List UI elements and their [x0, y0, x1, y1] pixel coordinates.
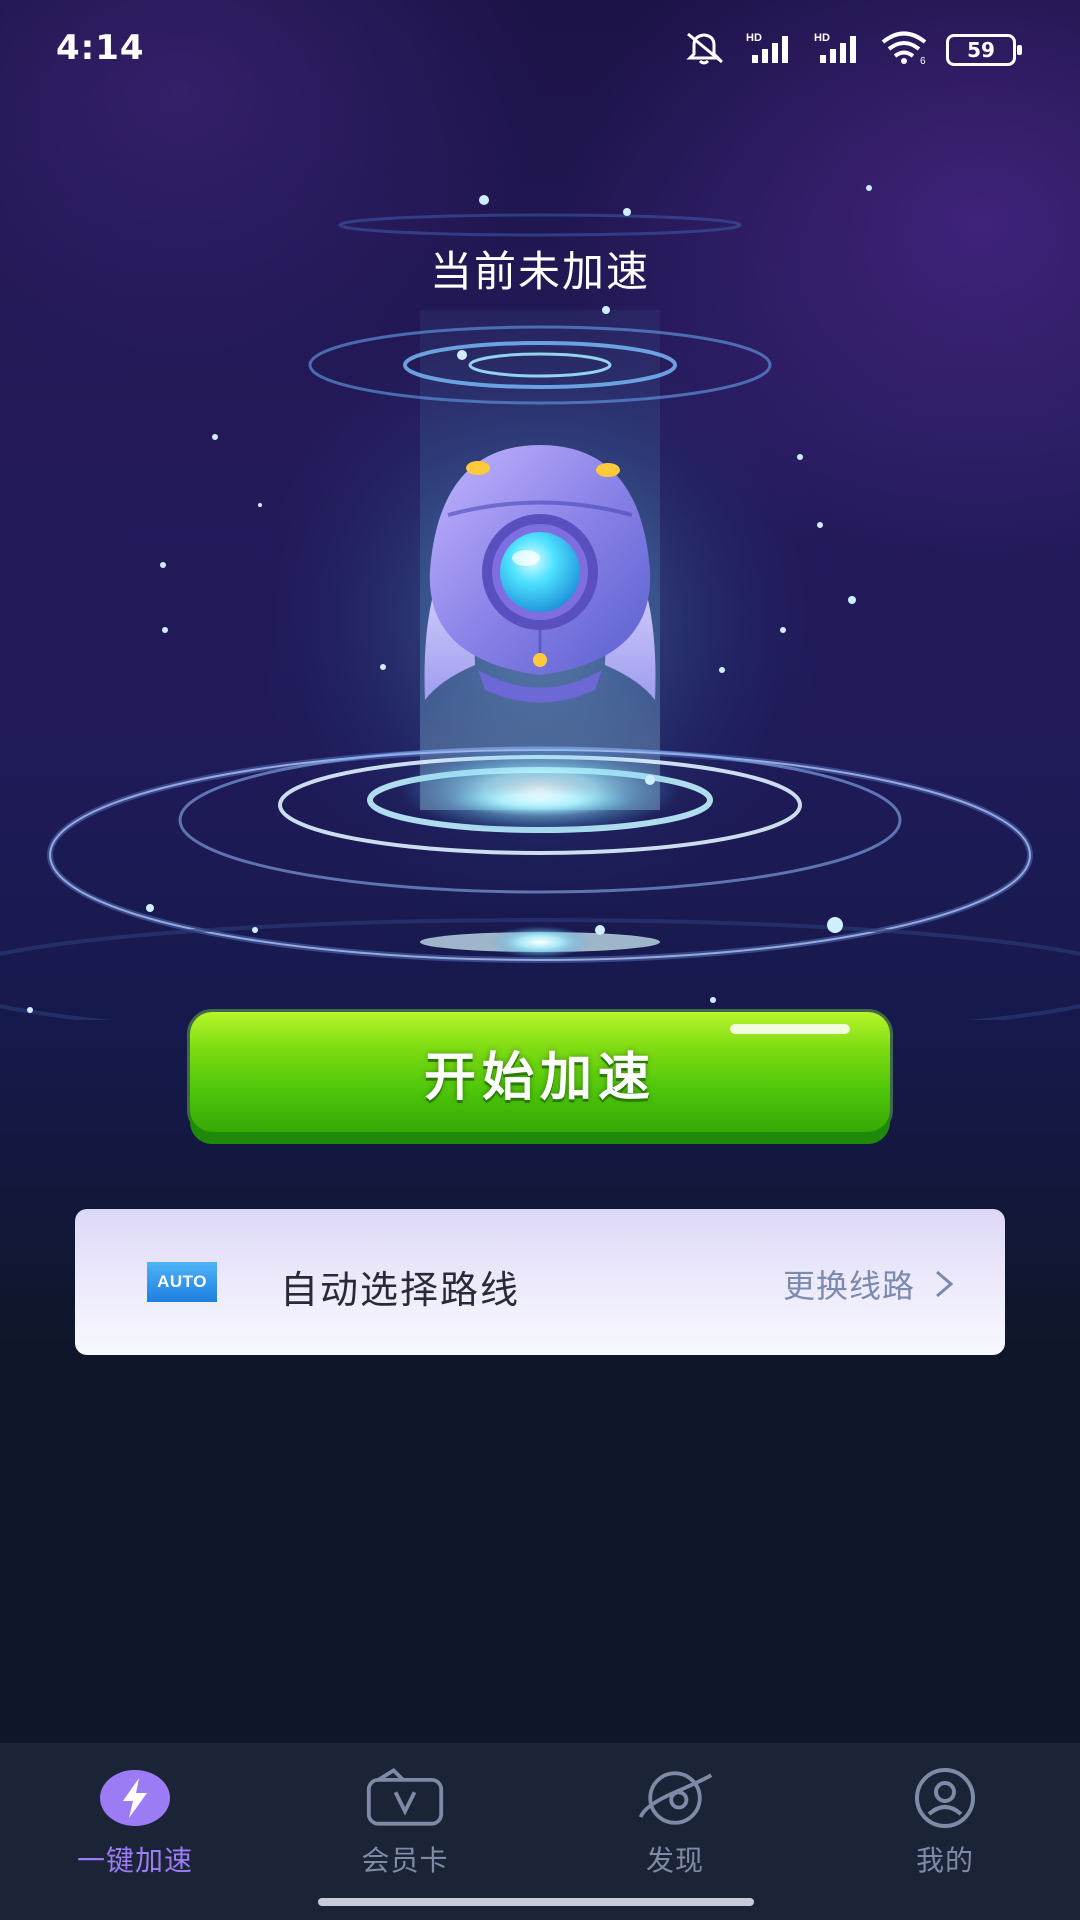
nav-label: 我的 [915, 1844, 974, 1877]
change-route-label: 更换线路 [782, 1267, 915, 1305]
start-button-label: 开始加速 [423, 1047, 656, 1108]
wifi-icon: 6 [880, 31, 930, 69]
nav-label: 一键加速 [76, 1844, 193, 1877]
nav-label: 会员卡 [361, 1844, 449, 1877]
route-label: 自动选择路线 [280, 1268, 521, 1312]
svg-text:HD: HD [814, 32, 830, 44]
nav-item-discover[interactable]: 发现 [575, 1765, 775, 1895]
lightning-icon [95, 1765, 175, 1831]
home-indicator[interactable] [318, 1898, 754, 1906]
nav-item-profile[interactable]: 我的 [845, 1765, 1045, 1895]
chevron-right-icon [936, 1270, 954, 1298]
accelerator-screen: 4:14 HD HD 6 59 当前未加速 开始加速 AUTO 自动选择路线 更… [0, 0, 1080, 1920]
status-bar: 4:14 HD HD 6 59 [0, 0, 1080, 100]
start-accelerate-button[interactable]: 开始加速 [190, 1012, 890, 1132]
change-route-button[interactable]: 更换线路 [783, 1261, 955, 1307]
svg-text:6: 6 [920, 56, 926, 65]
vip-card-icon [365, 1765, 445, 1831]
nav-item-vip-card[interactable]: 会员卡 [305, 1765, 505, 1895]
mute-icon [684, 30, 728, 70]
route-select-card[interactable]: AUTO 自动选择路线 更换线路 [75, 1209, 1005, 1355]
nav-label: 发现 [645, 1844, 704, 1877]
auto-badge-icon: AUTO [147, 1262, 217, 1302]
bottom-nav: 一键加速 会员卡 发现 我的 [0, 1743, 1080, 1920]
hd-signal-icon: HD [744, 31, 796, 69]
planet-icon [635, 1765, 715, 1831]
hd-signal-icon: HD [812, 31, 864, 69]
button-shine [730, 1024, 850, 1034]
status-time: 4:14 [56, 28, 145, 68]
user-profile-icon [905, 1765, 985, 1831]
svg-text:HD: HD [746, 32, 762, 44]
battery-icon: 59 [946, 34, 1022, 66]
status-icons: HD HD 6 59 [684, 30, 1022, 70]
nav-item-accelerate[interactable]: 一键加速 [35, 1765, 235, 1895]
page-title: 当前未加速 [429, 247, 650, 296]
